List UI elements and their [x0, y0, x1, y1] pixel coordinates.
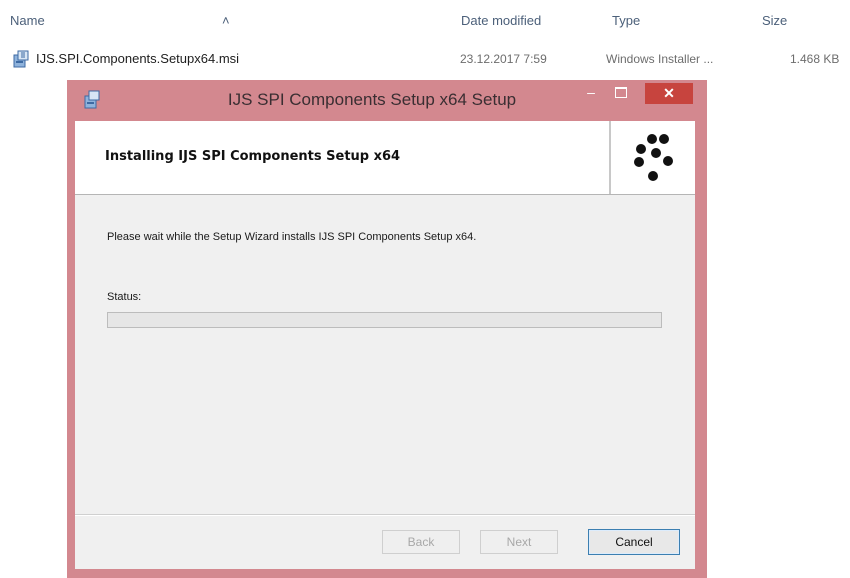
back-button[interactable]: Back — [382, 530, 460, 554]
banner-title: Installing IJS SPI Components Setup x64 — [105, 149, 401, 164]
cancel-button[interactable]: Cancel — [588, 529, 680, 555]
column-date-modified[interactable]: Date modified — [461, 13, 541, 28]
column-type[interactable]: Type — [612, 13, 640, 28]
banner-divider — [609, 121, 611, 194]
next-button[interactable]: Next — [480, 530, 558, 554]
sort-arrow-icon: ˄ — [222, 13, 230, 28]
status-label: Status: — [107, 291, 142, 303]
file-date: 23.12.2017 7:59 — [460, 52, 547, 66]
maximize-button[interactable] — [609, 84, 633, 102]
column-header-row: Name ˄ Date modified Type Size — [0, 0, 850, 44]
install-progress-bar — [107, 312, 662, 328]
column-name[interactable]: Name — [10, 13, 45, 28]
file-row[interactable]: IJS.SPI.Components.Setupx64.msi 23.12.20… — [6, 46, 850, 72]
close-button[interactable]: ✕ — [645, 83, 693, 104]
file-type: Windows Installer ... — [606, 52, 714, 66]
msi-installer-icon — [13, 50, 29, 68]
setup-dialog: IJS SPI Components Setup x64 Setup – ✕ I… — [67, 80, 707, 578]
dialog-client-area: Installing IJS SPI Components Setup x64 … — [75, 121, 695, 569]
column-size[interactable]: Size — [762, 13, 787, 28]
minimize-button[interactable]: – — [579, 84, 603, 102]
install-description: Please wait while the Setup Wizard insta… — [107, 231, 477, 243]
file-name: IJS.SPI.Components.Setupx64.msi — [36, 51, 240, 66]
window-title: IJS SPI Components Setup x64 Setup — [227, 90, 517, 109]
file-size: 1.468 KB — [790, 52, 840, 66]
header-banner: Installing IJS SPI Components Setup x64 — [75, 121, 695, 195]
title-bar[interactable]: IJS SPI Components Setup x64 Setup – ✕ — [67, 80, 707, 121]
installer-logo-icon — [634, 134, 673, 181]
